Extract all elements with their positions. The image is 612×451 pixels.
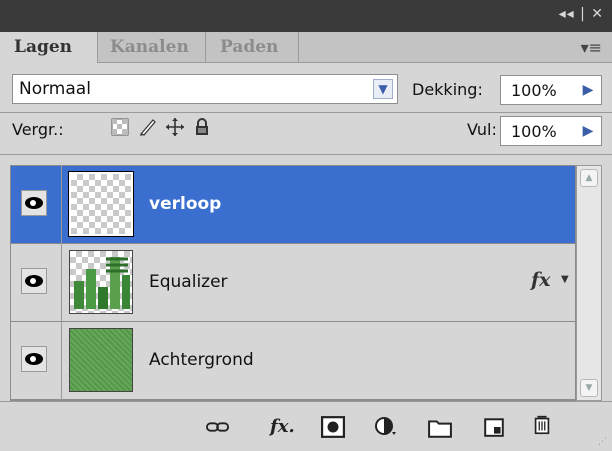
fill-label: Vul: [467, 120, 497, 139]
layer-name[interactable]: verloop [149, 194, 221, 214]
fx-effects-icon[interactable]: fx [531, 269, 551, 291]
row-divider [61, 322, 62, 400]
layer-mask-icon[interactable] [321, 416, 345, 438]
blend-mode-dropdown[interactable]: Normaal ▼ [12, 74, 398, 104]
blend-mode-value: Normaal [19, 79, 91, 99]
adjustment-layer-icon[interactable] [374, 416, 398, 438]
layer-thumbnail [68, 171, 134, 237]
eye-visibility-icon[interactable] [21, 346, 47, 372]
tab-divider [298, 32, 299, 62]
panel-menu-icon[interactable]: ▾≡ [581, 38, 602, 57]
layers-panel: ◂◂ | ✕ Lagen Kanalen Paden ▾≡ Normaal ▼ … [0, 0, 612, 451]
fill-value: 100% [511, 122, 557, 141]
divider [0, 154, 612, 155]
new-layer-icon[interactable] [482, 416, 506, 438]
layer-row-verloop[interactable]: verloop [11, 166, 575, 244]
scroll-down-icon[interactable]: ▼ [580, 379, 598, 397]
opacity-value: 100% [511, 81, 557, 100]
layer-style-fx-icon[interactable]: fx. [270, 416, 295, 438]
layer-name[interactable]: Equalizer [149, 272, 228, 292]
layer-row-achtergrond[interactable]: Achtergrond [11, 322, 575, 400]
lock-image-pixels-icon[interactable] [138, 117, 158, 137]
opacity-label: Dekking: [412, 80, 483, 99]
panel-titlebar: ◂◂ | ✕ [0, 0, 612, 32]
delete-layer-icon[interactable] [530, 414, 554, 436]
resize-grip-icon[interactable]: ⋰ [598, 437, 608, 447]
eye-visibility-icon[interactable] [21, 268, 47, 294]
layers-scrollbar[interactable]: ▲ ▼ [576, 165, 602, 401]
tab-paths[interactable]: Paden [220, 32, 290, 62]
divider [0, 112, 612, 113]
row-divider [61, 244, 62, 322]
scroll-up-icon[interactable]: ▲ [580, 169, 598, 187]
tab-layers[interactable]: Lagen [0, 32, 98, 63]
fill-field[interactable]: 100% ▶ [500, 116, 602, 146]
row-divider [61, 166, 62, 244]
lock-position-icon[interactable] [165, 117, 185, 137]
fill-slider-arrow-icon[interactable]: ▶ [579, 121, 597, 141]
layer-row-equalizer[interactable]: Equalizer fx ▼ [11, 244, 575, 322]
layer-thumbnail [69, 250, 133, 314]
opacity-field[interactable]: 100% ▶ [500, 75, 602, 105]
link-layers-icon[interactable] [206, 416, 230, 438]
tab-divider [205, 32, 206, 62]
expand-effects-arrow-icon[interactable]: ▼ [561, 274, 569, 285]
lock-all-icon[interactable] [192, 117, 212, 137]
layer-name[interactable]: Achtergrond [149, 350, 254, 370]
tab-channels[interactable]: Kanalen [110, 32, 202, 62]
lock-transparent-pixels-icon[interactable] [110, 117, 130, 137]
new-group-icon[interactable] [428, 417, 452, 439]
panel-tabs: Lagen Kanalen Paden ▾≡ [0, 32, 612, 63]
panel-bottom-toolbar: fx. ⋰ [0, 401, 612, 451]
chevron-down-icon[interactable]: ▼ [373, 79, 393, 99]
eye-visibility-icon[interactable] [21, 190, 47, 216]
collapse-close-controls[interactable]: ◂◂ | ✕ [559, 6, 604, 22]
layer-thumbnail [69, 328, 133, 392]
equalizer-thumbnail-icon [74, 257, 130, 309]
layers-list: verloop Equalizer fx ▼ Achtergrond [10, 165, 576, 401]
opacity-slider-arrow-icon[interactable]: ▶ [579, 80, 597, 100]
lock-label: Vergr.: [12, 120, 64, 139]
